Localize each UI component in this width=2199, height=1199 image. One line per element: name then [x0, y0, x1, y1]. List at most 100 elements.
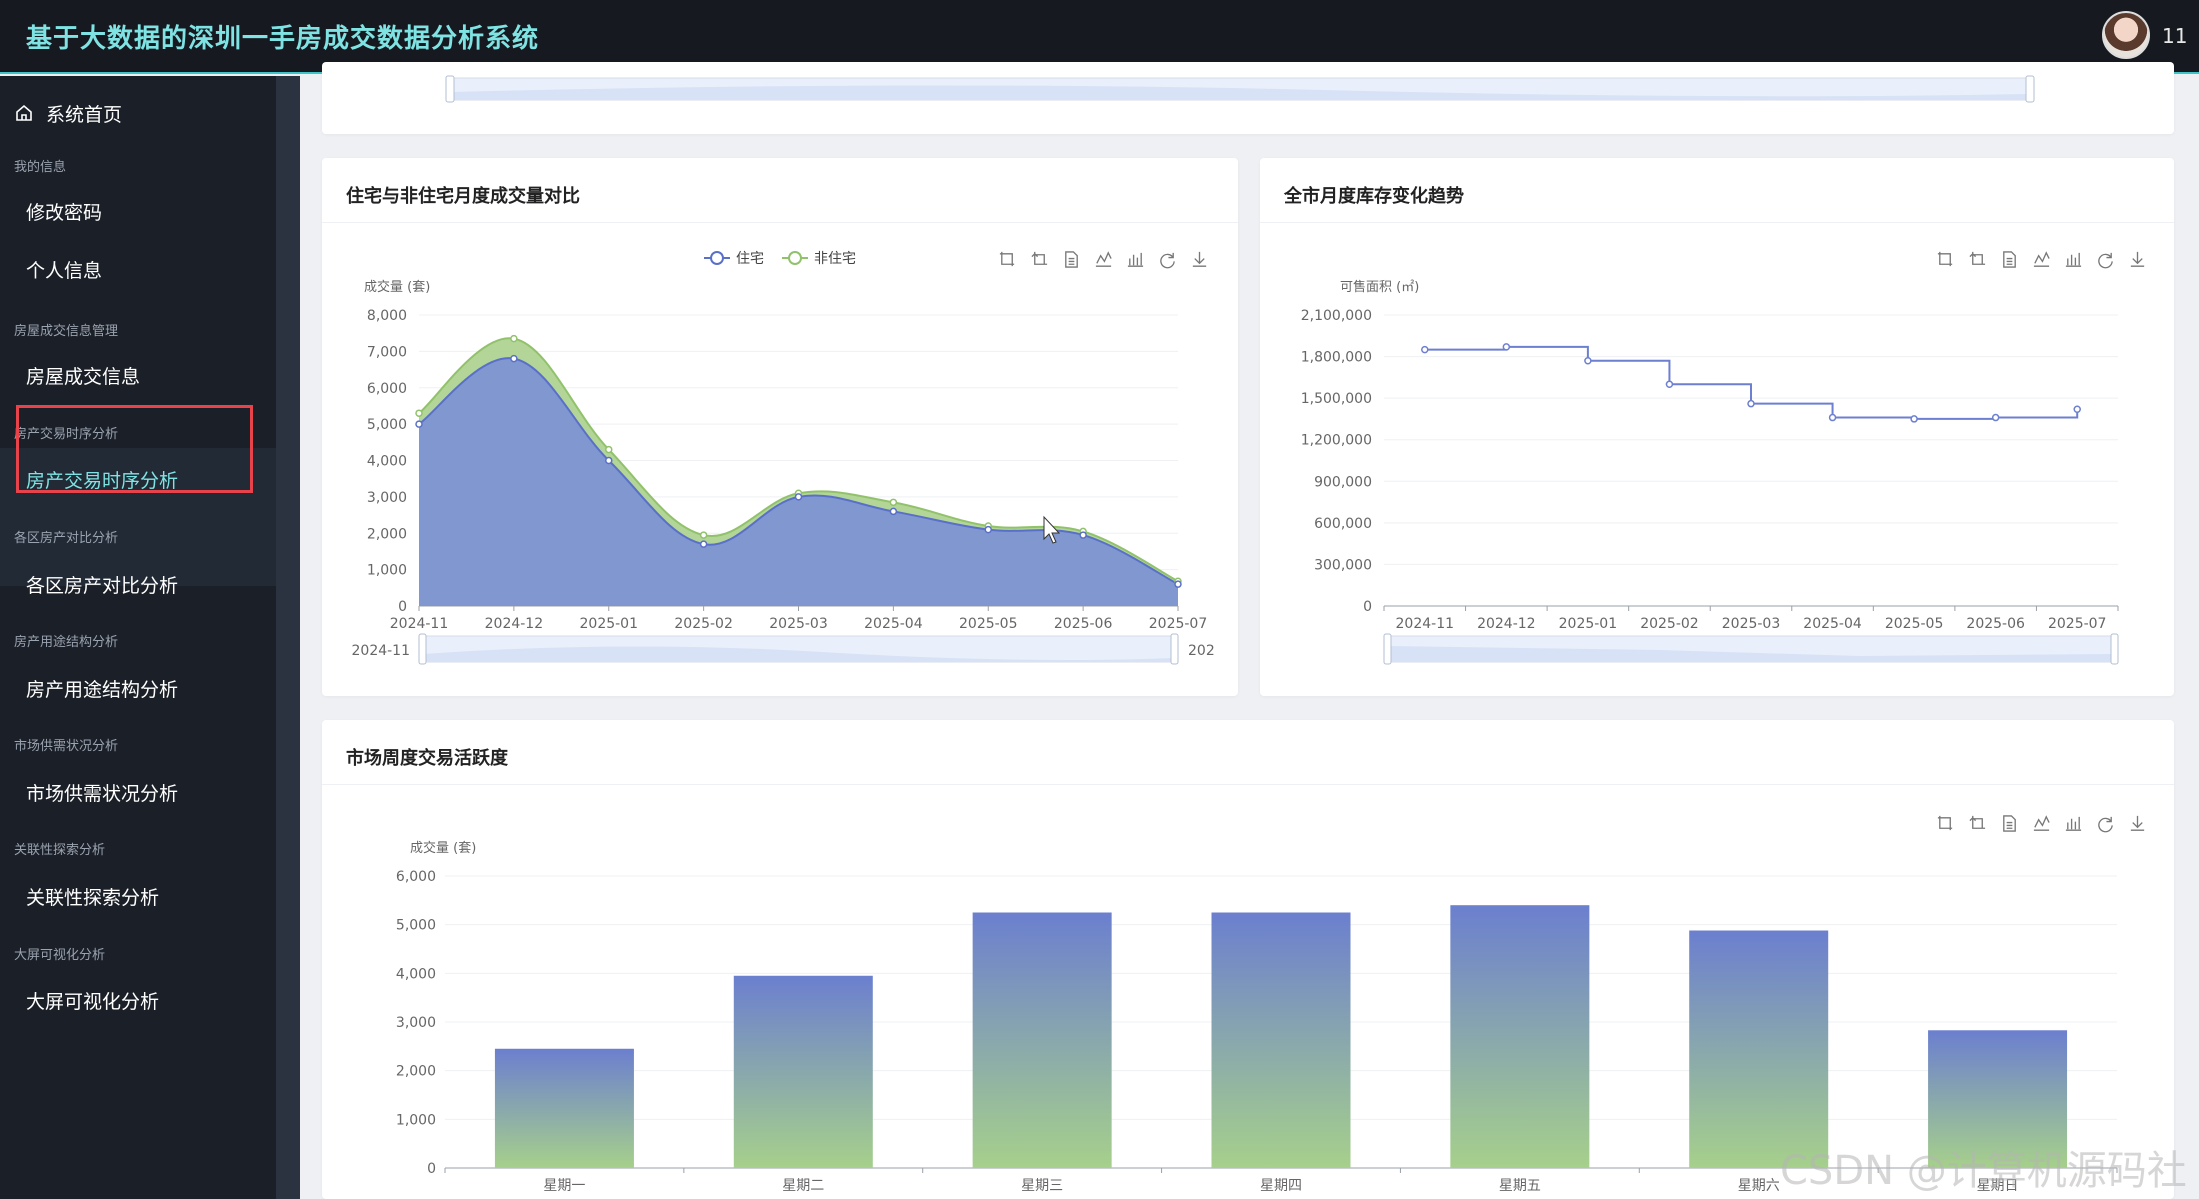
chart1-xtick-label: 2024-12 — [485, 616, 544, 632]
chart2-xtick-label: 2025-05 — [1885, 616, 1944, 632]
chart2-point — [2073, 405, 2081, 413]
user-avatar[interactable] — [2102, 11, 2150, 59]
chart2-datazoom-slider[interactable] — [1383, 633, 2119, 665]
chart1-ytick-label: 6,000 — [367, 381, 407, 397]
sidebar-item-supply-demand[interactable]: 市场供需状况分析 — [26, 779, 178, 806]
chart3-ytick-label: 3,000 — [396, 1015, 436, 1031]
chart1-legend-marker-nonresidential — [788, 251, 802, 265]
chart1-plot: 成交量 (套) 0 1,000 2,000 3,000 4,000 5,000 6,000 7,… — [352, 251, 1215, 665]
chart1-point-nonresidential — [415, 409, 423, 417]
chart1-xtick-label: 2025-02 — [674, 616, 733, 632]
chart1-y-axis-title: 成交量 (套) — [364, 279, 430, 295]
chart1-point-nonresidential — [889, 498, 898, 507]
sidebar-item-district-compare[interactable]: 各区房产对比分析 — [26, 571, 178, 598]
chart2-point — [1991, 413, 2000, 422]
chart2-step-line — [1424, 345, 2079, 420]
chart3-ytick-label: 4,000 — [396, 966, 436, 982]
sidebar-group-district-compare: 各区房产对比分析 — [14, 531, 119, 546]
chart2-ytick-label: 1,200,000 — [1301, 433, 1372, 449]
app-title: 基于大数据的深圳一手房成交数据分析系统 — [26, 24, 540, 54]
previous-chart-card — [322, 62, 2174, 134]
chart1-point-residential — [889, 507, 898, 516]
chart3-bar — [1450, 905, 1590, 1168]
chart1-legend-marker-residential — [710, 251, 724, 265]
sidebar-home-label: 系统首页 — [46, 103, 123, 126]
chart1-datazoom-slider[interactable] — [418, 633, 1179, 665]
chart3-ytick-label: 0 — [427, 1161, 436, 1177]
previous-chart-datazoom[interactable] — [322, 62, 2174, 134]
sidebar-item-personal-info[interactable]: 个人信息 — [26, 256, 102, 283]
chart3-xtick-label: 星期二 — [782, 1178, 824, 1194]
chart1-datazoom-handle-left — [418, 633, 427, 665]
chart3-xtick-label: 星期三 — [1021, 1178, 1063, 1194]
sidebar-item-big-screen[interactable]: 大屏可视化分析 — [26, 987, 159, 1014]
chart2-xtick-label: 2025-03 — [1722, 616, 1781, 632]
chart1-ytick-label: 4,000 — [367, 454, 407, 470]
highlight-annotation — [16, 405, 253, 493]
chart3-xtick-label: 星期五 — [1499, 1178, 1541, 1194]
sidebar-group-supply-demand: 市场供需状况分析 — [14, 739, 119, 754]
chart2-plot: 可售面积 (㎡) 0 300,000 600,000 900,000 1,200,000 1… — [1301, 279, 2119, 665]
sidebar-item-change-password[interactable]: 修改密码 — [26, 198, 102, 225]
chart2-point — [1828, 413, 1837, 422]
chart1-ytick-label: 7,000 — [367, 344, 407, 360]
chart1-point-residential — [984, 525, 992, 534]
chart1-point-nonresidential — [605, 445, 613, 454]
chart1-point-residential — [605, 456, 613, 465]
sidebar-item-transaction-info[interactable]: 房屋成交信息 — [26, 362, 140, 389]
sidebar-group-transaction-management: 房屋成交信息管理 — [14, 324, 119, 339]
sidebar-item-usage-structure[interactable]: 房产用途结构分析 — [26, 675, 178, 702]
chart1-ytick-label: 5,000 — [367, 417, 407, 433]
chart2-xtick-label: 2024-11 — [1396, 616, 1455, 632]
chart3-plot: 成交量 (套) 0 1,000 2,000 3,000 4,000 5,000 6,000 星期… — [396, 840, 2118, 1194]
chart1-legend-label-nonresidential: 非住宅 — [814, 251, 856, 267]
chart2-point — [1421, 345, 1429, 354]
chart1-point-nonresidential — [510, 334, 518, 343]
chart3-bar — [1211, 912, 1351, 1168]
chart1-xtick-label: 2024-11 — [390, 616, 449, 632]
chart-card-monthly-volume: 住宅与非住宅月度成交量对比 成交量 (套) 0 1,000 2,000 3,000 4,0… — [322, 158, 1238, 696]
chart2-point — [1665, 380, 1674, 389]
sidebar-item-correlation[interactable]: 关联性探索分析 — [26, 883, 159, 910]
chart2-ytick-label: 300,000 — [1314, 557, 1372, 573]
chart1-datazoom-handle-right — [1170, 633, 1179, 665]
chart1-datazoom-end-label: 202 — [1188, 643, 1215, 659]
chart2-ytick-label: 1,500,000 — [1301, 391, 1372, 407]
chart1-xtick-label: 2025-07 — [1149, 616, 1208, 632]
chart1-ytick-label: 2,000 — [367, 526, 407, 542]
chart2-datazoom-handle-left — [1383, 633, 1392, 665]
sidebar-group-usage-structure: 房产用途结构分析 — [14, 635, 119, 650]
chart2-xtick-label: 2025-02 — [1640, 616, 1699, 632]
chart1-legend: 住宅 非住宅 — [704, 251, 856, 267]
chart1-xtick-label: 2025-01 — [580, 616, 639, 632]
chart3-xtick-label: 星期四 — [1260, 1178, 1302, 1194]
chart1-xtick-label: 2025-05 — [959, 616, 1018, 632]
chart1-point-nonresidential — [699, 531, 708, 539]
user-name[interactable]: 11 — [2162, 24, 2187, 48]
chart2-xtick-label: 2025-06 — [1966, 616, 2025, 632]
sidebar-item-home[interactable]: 系统首页 — [14, 98, 122, 128]
chart1-legend-label-residential: 住宅 — [736, 251, 764, 267]
chart3-bar — [733, 975, 873, 1168]
chart-card-inventory-trend: 全市月度库存变化趋势 可售面积 (㎡) 0 300,000 600,000 900,00… — [1260, 158, 2174, 696]
chart2-y-axis-title: 可售面积 (㎡) — [1340, 279, 1419, 295]
chart2-point — [1502, 343, 1511, 351]
watermark: CSDN @计算机源码社 — [1780, 1148, 2187, 1194]
chart3-xtick-label: 星期一 — [543, 1178, 585, 1194]
chart2-datazoom-handle-right — [2110, 633, 2119, 665]
home-icon — [16, 104, 32, 121]
chart2-ytick-label: 0 — [1363, 599, 1372, 615]
chart2-ytick-label: 900,000 — [1314, 474, 1372, 490]
sidebar-scroll-gutter — [276, 76, 300, 1199]
chart1-point-residential — [1079, 531, 1087, 539]
chart3-xtick-label: 星期六 — [1738, 1178, 1780, 1194]
chart1-point-residential — [1174, 580, 1182, 588]
chart2-ytick-label: 2,100,000 — [1301, 308, 1372, 324]
sidebar-group-big-screen: 大屏可视化分析 — [14, 948, 106, 963]
sidebar: 系统首页 我的信息 修改密码 个人信息 房屋成交信息管理 房屋成交信息 房产交易… — [0, 76, 276, 1199]
chart1-datazoom-start-label: 2024-11 — [352, 643, 411, 659]
chart1-point-residential — [510, 354, 518, 363]
chart3-ytick-label: 1,000 — [396, 1112, 436, 1128]
chart3-bar — [1689, 930, 1829, 1168]
chart2-xtick-label: 2025-01 — [1559, 616, 1618, 632]
